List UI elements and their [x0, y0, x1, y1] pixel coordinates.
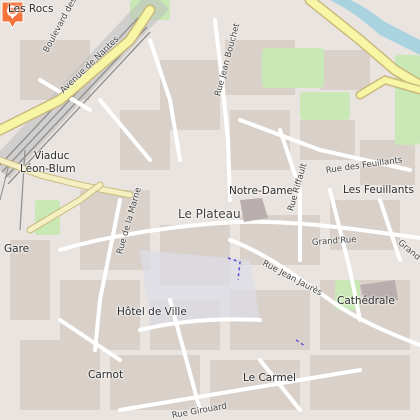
- label-viaduc-line2[interactable]: Léon-Blum: [20, 163, 76, 175]
- map[interactable]: Le Plateau Notre-Dame Les Feuillants Cat…: [0, 0, 420, 420]
- label-hotel-de-ville[interactable]: Hôtel de Ville: [117, 306, 187, 318]
- label-les-feuillants[interactable]: Les Feuillants: [343, 184, 414, 196]
- label-cathedrale[interactable]: Cathédrale: [337, 295, 395, 307]
- label-le-plateau[interactable]: Le Plateau: [178, 208, 241, 220]
- label-notre-dame[interactable]: Notre-Dame: [229, 185, 293, 197]
- label-le-carmel[interactable]: Le Carmel: [243, 372, 296, 384]
- label-viaduc-line1[interactable]: Viaduc: [34, 150, 69, 162]
- label-gare[interactable]: Gare: [4, 243, 29, 255]
- label-les-rocs[interactable]: Les Rocs: [8, 3, 53, 15]
- label-carnot[interactable]: Carnot: [88, 369, 123, 381]
